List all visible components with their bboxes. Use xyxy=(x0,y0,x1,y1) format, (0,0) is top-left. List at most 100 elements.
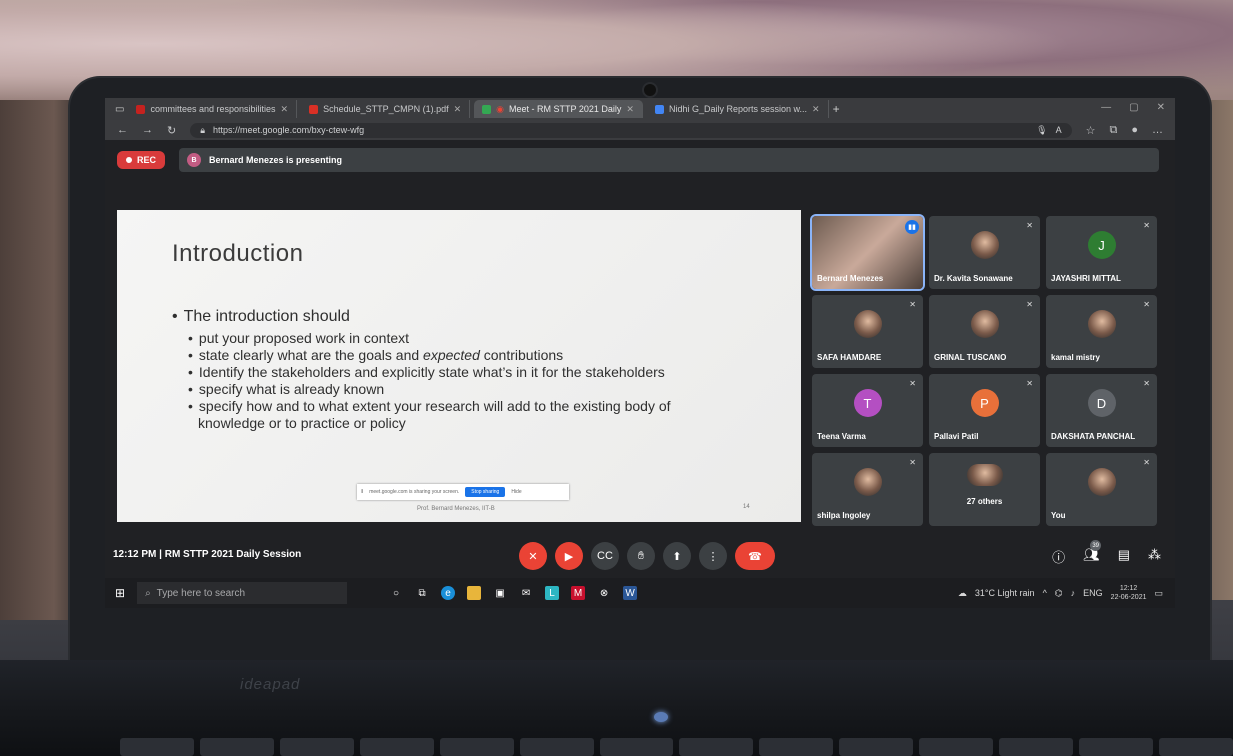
participant-name: Bernard Menezes xyxy=(817,274,884,283)
stop-sharing-button[interactable]: Stop sharing xyxy=(465,487,506,497)
profile-icon[interactable]: ● xyxy=(1131,124,1138,136)
participant-tile[interactable]: ✕ D DAKSHATA PANCHAL xyxy=(1046,374,1157,447)
captions-button[interactable]: CC xyxy=(591,542,619,570)
participant-tile[interactable]: ✕ GRINAL TUSCANO xyxy=(929,295,1040,368)
participant-tile[interactable]: ✕ SAFA HAMDARE xyxy=(812,295,923,368)
meet-icon xyxy=(482,104,492,114)
avatar xyxy=(970,231,999,260)
info-icon[interactable]: ⓘ xyxy=(1052,547,1065,566)
taskbar-search[interactable]: ⌕ Type here to search xyxy=(137,582,348,604)
more-icon[interactable]: … xyxy=(1152,124,1163,136)
search-placeholder: Type here to search xyxy=(156,587,246,599)
task-view-icon[interactable]: ⧉ xyxy=(415,586,429,600)
presenting-text: Bernard Menezes is presenting xyxy=(209,155,343,165)
reload-icon[interactable]: ↻ xyxy=(167,124,176,137)
clock[interactable]: 12:12 22-06-2021 xyxy=(1111,584,1147,602)
maximize-icon[interactable]: ▢ xyxy=(1129,102,1138,113)
tab-committees[interactable]: committees and responsibilities ✕ xyxy=(128,100,298,118)
close-icon[interactable]: ✕ xyxy=(812,104,820,115)
chat-icon[interactable]: ▤ xyxy=(1118,547,1130,566)
presentation-slide: Introduction The introduction should put… xyxy=(117,210,801,522)
share-notice: meet.google.com is sharing your screen. xyxy=(369,489,460,495)
tab-meet[interactable]: ◉ Meet - RM STTP 2021 Daily ✕ xyxy=(474,100,643,118)
close-icon[interactable]: ✕ xyxy=(454,104,462,115)
back-icon[interactable]: ← xyxy=(117,124,128,136)
others-tile[interactable]: 27 others xyxy=(929,453,1040,526)
minimize-icon[interactable]: — xyxy=(1101,102,1111,113)
activities-icon[interactable]: ⁂ xyxy=(1148,547,1161,566)
mail-icon[interactable]: ✉ xyxy=(519,586,533,600)
cortana-icon[interactable]: ○ xyxy=(389,586,403,600)
windows-start-icon[interactable]: ⊞ xyxy=(115,586,125,600)
participant-name: Pallavi Patil xyxy=(934,432,979,441)
clock-time: 12:12 xyxy=(1119,585,1138,592)
raise-hand-button[interactable]: ✋︎ xyxy=(627,542,655,570)
participant-tile[interactable]: ✕ kamal mistry xyxy=(1046,295,1157,368)
avatar: J xyxy=(1087,231,1116,260)
tab-label: Schedule_STTP_CMPN (1).pdf xyxy=(323,104,449,114)
edge-icon[interactable]: e xyxy=(441,586,456,600)
read-aloud-icon[interactable]: A xyxy=(1056,125,1062,135)
self-tile[interactable]: ✕ You xyxy=(1046,453,1157,526)
participant-tile[interactable]: ✕ T Teena Varma xyxy=(812,374,923,447)
close-window-icon[interactable]: ✕ xyxy=(1157,102,1165,113)
collections-icon[interactable]: ⧉ xyxy=(1109,124,1117,137)
new-tab-icon[interactable]: + xyxy=(833,102,840,116)
weather-text[interactable]: 31°C Light rain xyxy=(975,588,1035,598)
forward-icon[interactable]: → xyxy=(142,124,153,136)
mic-off-button[interactable]: ✕ xyxy=(519,542,547,570)
lang-indicator[interactable]: ENG xyxy=(1083,588,1103,598)
slide-sub-bullet: Identify the stakeholders and explicitly… xyxy=(186,364,726,381)
participant-name: kamal mistry xyxy=(1051,353,1100,362)
word-icon[interactable]: W xyxy=(623,586,638,600)
url-field[interactable]: 🔒︎ https://meet.google.com/bxy-ctew-wfg … xyxy=(190,122,1072,138)
participant-tile[interactable]: ✕ P Pallavi Patil xyxy=(929,374,1040,447)
tray-chevron-icon[interactable]: ^ xyxy=(1043,588,1047,598)
search-icon: ⌕ xyxy=(145,587,151,599)
participant-tile[interactable]: ✕ shilpa Ingoley xyxy=(812,453,923,526)
store-icon[interactable]: ▣ xyxy=(493,586,507,600)
mcafee-icon[interactable]: M xyxy=(571,586,586,600)
window-controls: — ▢ ✕ xyxy=(1101,102,1165,113)
xbox-icon[interactable]: ⊗ xyxy=(597,586,611,600)
people-icon[interactable]: 👥︎ 39 xyxy=(1083,540,1102,566)
network-icon[interactable]: ⌬ xyxy=(1055,588,1063,599)
tab-label: committees and responsibilities xyxy=(150,104,276,114)
present-button[interactable]: ⬆ xyxy=(663,542,691,570)
participant-name: JAYASHRI MITTAL xyxy=(1051,274,1121,283)
address-bar: ← → ↻ 🔒︎ https://meet.google.com/bxy-cte… xyxy=(105,120,1175,140)
favorites-icon[interactable]: ☆ xyxy=(1086,124,1096,137)
slide-footer: Prof. Bernard Menezes, IIT-B xyxy=(417,506,495,512)
leave-call-button[interactable]: ☎ xyxy=(735,542,775,570)
more-options-button[interactable]: ⋮ xyxy=(699,542,727,570)
tab-schedule[interactable]: Schedule_STTP_CMPN (1).pdf ✕ xyxy=(301,100,471,118)
volume-icon[interactable]: ♪ xyxy=(1071,588,1076,598)
group-avatar xyxy=(966,463,1003,486)
meet-controls: 12:12 PM | RM STTP 2021 Daily Session ✕ … xyxy=(105,538,1175,574)
participant-tile[interactable]: ✕ J JAYASHRI MITTAL xyxy=(1046,216,1157,289)
tab-label: Nidhi G_Daily Reports session w... xyxy=(668,104,808,114)
rec-badge[interactable]: REC xyxy=(117,151,166,169)
weather-icon: ☁ xyxy=(957,587,967,598)
tab-nidhi[interactable]: Nidhi G_Daily Reports session w... ✕ xyxy=(647,100,829,118)
screen-share-banner: ⦀ meet.google.com is sharing your screen… xyxy=(357,484,569,500)
participant-tile[interactable]: ▮▮ Bernard Menezes xyxy=(812,216,923,289)
participant-tile[interactable]: ✕ Dr. Kavita Sonawane xyxy=(929,216,1040,289)
mic-off-icon: ✕ xyxy=(1026,221,1033,230)
close-icon[interactable]: ✕ xyxy=(626,104,634,115)
webcam xyxy=(644,84,656,96)
close-icon[interactable]: ✕ xyxy=(281,104,289,115)
share-icon: ⦀ xyxy=(361,489,364,495)
avatar xyxy=(853,310,882,339)
file-explorer-icon[interactable] xyxy=(467,586,482,600)
mic-off-icon: ✕ xyxy=(1143,379,1150,388)
mic-off-icon: ✕ xyxy=(1143,458,1150,467)
browser-tabbar: ▭ committees and responsibilities ✕ Sche… xyxy=(105,98,1175,120)
speaking-icon: ▮▮ xyxy=(905,220,919,234)
mic-permission-icon[interactable]: 🎙︎ xyxy=(1036,125,1047,136)
camera-off-button[interactable]: ▶ xyxy=(555,542,583,570)
hide-button[interactable]: Hide xyxy=(511,489,521,495)
notifications-icon[interactable]: ▭ xyxy=(1154,588,1163,599)
window-icon[interactable]: ▭ xyxy=(115,104,124,115)
app-l-icon[interactable]: L xyxy=(545,586,560,600)
